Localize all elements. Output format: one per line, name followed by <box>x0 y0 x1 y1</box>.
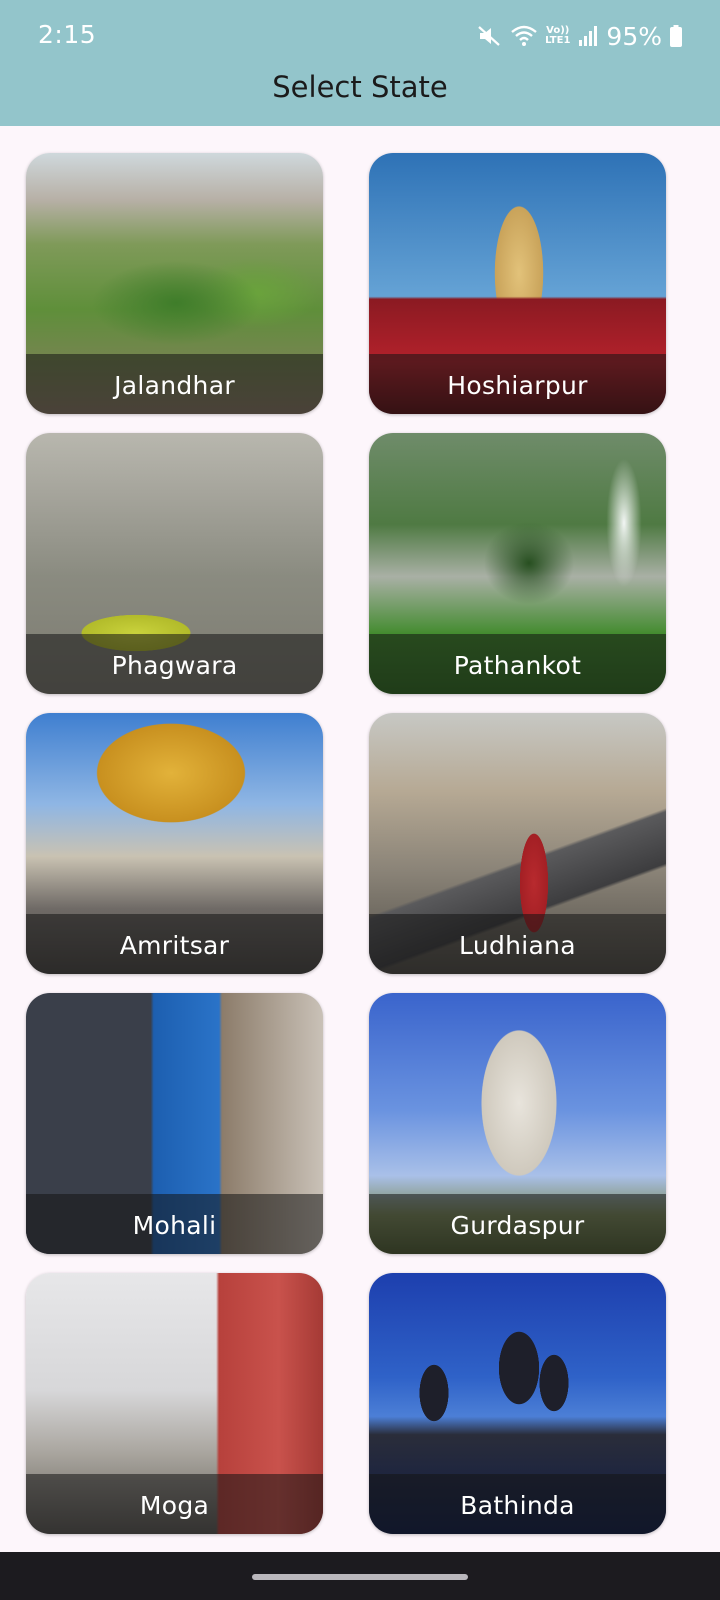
city-label: Bathinda <box>460 1491 575 1520</box>
mute-icon <box>477 24 503 48</box>
city-card-amritsar[interactable]: Amritsar <box>26 713 323 974</box>
page-title: Select State <box>272 70 448 104</box>
status-icons: Vo)) LTE1 95% <box>477 20 682 52</box>
city-label: Jalandhar <box>114 371 235 400</box>
city-grid: Jalandhar Hoshiarpur Phagwara Pathankot … <box>26 153 666 1534</box>
city-label: Gurdaspur <box>450 1211 585 1240</box>
status-time: 2:15 <box>38 20 97 49</box>
app-bar: 2:15 Vo)) LTE1 95% Select State <box>0 0 720 126</box>
city-card-hoshiarpur[interactable]: Hoshiarpur <box>369 153 666 414</box>
city-card-gurdaspur[interactable]: Gurdaspur <box>369 993 666 1254</box>
city-card-pathankot[interactable]: Pathankot <box>369 433 666 694</box>
city-label: Amritsar <box>119 931 230 960</box>
city-card-mohali[interactable]: Mohali <box>26 993 323 1254</box>
volte-bottom-label: LTE1 <box>545 35 571 46</box>
city-card-moga[interactable]: Moga <box>26 1273 323 1534</box>
city-card-jalandhar[interactable]: Jalandhar <box>26 153 323 414</box>
gesture-handle[interactable] <box>252 1574 468 1580</box>
city-card-bathinda[interactable]: Bathinda <box>369 1273 666 1534</box>
city-label: Mohali <box>132 1211 217 1240</box>
wifi-icon <box>511 25 537 47</box>
city-card-ludhiana[interactable]: Ludhiana <box>369 713 666 974</box>
system-nav-bar <box>0 1552 720 1600</box>
city-label: Phagwara <box>111 651 238 680</box>
volte-icon: Vo)) LTE1 <box>545 26 570 46</box>
battery-percentage: 95% <box>606 21 662 51</box>
select-state-screen: 2:15 Vo)) LTE1 95% Select State Jalandha… <box>0 0 720 1600</box>
city-label: Ludhiana <box>459 931 576 960</box>
city-card-phagwara[interactable]: Phagwara <box>26 433 323 694</box>
city-label: Pathankot <box>453 651 582 680</box>
city-label: Hoshiarpur <box>447 371 588 400</box>
battery-icon <box>670 25 682 47</box>
signal-icon <box>578 25 598 47</box>
city-label: Moga <box>139 1491 210 1520</box>
